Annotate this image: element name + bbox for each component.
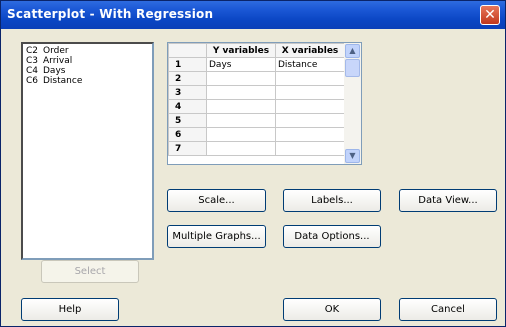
grid-scrollbar[interactable]: ▲ ▼	[344, 43, 361, 164]
close-icon: ✕	[484, 7, 496, 23]
grid-row: 4	[168, 99, 345, 114]
variable-column-id: C6	[26, 76, 39, 86]
scroll-up-arrow-icon[interactable]: ▲	[345, 44, 360, 58]
grid-row: 1 Days Distance	[168, 57, 345, 72]
x-variable-cell[interactable]	[275, 127, 345, 142]
variables-table: Y variables X variables 1 Days Distance …	[168, 43, 345, 156]
ok-button[interactable]: OK	[283, 298, 381, 321]
grid-row: 5	[168, 113, 345, 128]
grid-row: 2	[168, 71, 345, 86]
y-variable-cell[interactable]	[206, 85, 276, 100]
window-title: Scatterplot - With Regression	[7, 7, 214, 21]
row-number: 2	[168, 71, 207, 86]
y-variable-cell[interactable]	[206, 127, 276, 142]
x-variable-cell[interactable]	[275, 99, 345, 114]
dialog-window: Scatterplot - With Regression ✕ C2 Order…	[0, 0, 506, 327]
y-variable-cell[interactable]	[206, 113, 276, 128]
row-number: 3	[168, 85, 207, 100]
grid-header-row: Y variables X variables	[168, 43, 345, 58]
scale-button[interactable]: Scale...	[167, 189, 266, 212]
labels-button[interactable]: Labels...	[283, 189, 381, 212]
data-view-button[interactable]: Data View...	[399, 189, 497, 212]
title-bar[interactable]: Scatterplot - With Regression ✕	[1, 1, 505, 29]
row-number: 1	[168, 57, 207, 72]
close-button[interactable]: ✕	[480, 5, 500, 25]
x-variable-cell[interactable]: Distance	[275, 57, 345, 72]
grid-corner-cell	[168, 43, 207, 58]
variable-name: Days	[43, 66, 66, 76]
row-number: 7	[168, 141, 207, 156]
variable-column-id: C3	[26, 56, 39, 66]
scroll-down-arrow-icon[interactable]: ▼	[345, 149, 360, 163]
cancel-button[interactable]: Cancel	[399, 298, 497, 321]
y-variable-cell[interactable]	[206, 71, 276, 86]
variable-name: Order	[43, 46, 69, 56]
variable-name: Arrival	[43, 56, 73, 66]
multiple-graphs-button[interactable]: Multiple Graphs...	[167, 225, 266, 248]
variable-list[interactable]: C2 Order C3 Arrival C4 Days C6 Distance	[21, 42, 154, 260]
row-number: 5	[168, 113, 207, 128]
row-number: 4	[168, 99, 207, 114]
x-variable-cell[interactable]	[275, 85, 345, 100]
select-button[interactable]: Select	[41, 260, 139, 283]
grid-row: 6	[168, 127, 345, 142]
data-options-button[interactable]: Data Options...	[283, 225, 381, 248]
grid-row: 7	[168, 141, 345, 156]
x-variables-header: X variables	[275, 43, 345, 58]
x-variable-cell[interactable]	[275, 141, 345, 156]
grid-row: 3	[168, 85, 345, 100]
y-variables-header: Y variables	[206, 43, 276, 58]
variable-item[interactable]: C4 Days	[26, 66, 149, 76]
row-number: 6	[168, 127, 207, 142]
x-variable-cell[interactable]	[275, 113, 345, 128]
variable-item[interactable]: C6 Distance	[26, 76, 149, 86]
variable-name: Distance	[43, 76, 83, 86]
help-button[interactable]: Help	[21, 298, 119, 321]
y-variable-cell[interactable]	[206, 141, 276, 156]
y-variable-cell[interactable]: Days	[206, 57, 276, 72]
variable-item[interactable]: C3 Arrival	[26, 56, 149, 66]
variables-grid: Y variables X variables 1 Days Distance …	[167, 42, 362, 165]
variable-item[interactable]: C2 Order	[26, 46, 149, 56]
variable-column-id: C4	[26, 66, 39, 76]
scroll-thumb[interactable]	[345, 59, 360, 77]
variable-column-id: C2	[26, 46, 39, 56]
y-variable-cell[interactable]	[206, 99, 276, 114]
x-variable-cell[interactable]	[275, 71, 345, 86]
